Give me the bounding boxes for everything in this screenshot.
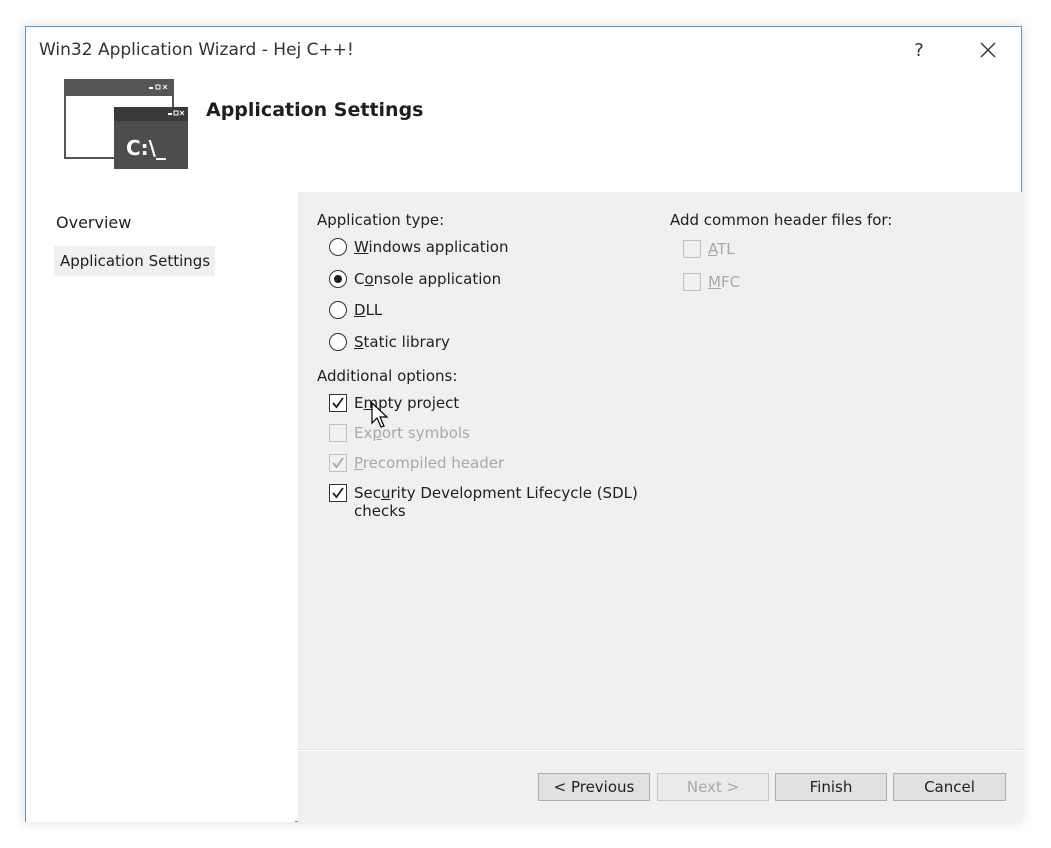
previous-button[interactable]: < Previous bbox=[538, 773, 650, 801]
checkbox[interactable] bbox=[329, 484, 347, 502]
checkbox bbox=[683, 273, 701, 291]
check-icon bbox=[332, 457, 344, 469]
console-application-radio[interactable]: Console application bbox=[329, 270, 501, 288]
checkbox bbox=[683, 240, 701, 258]
close-button[interactable] bbox=[973, 37, 1003, 65]
help-button[interactable]: ? bbox=[904, 37, 934, 65]
application-type-label: Application type: bbox=[317, 211, 445, 229]
checkbox bbox=[329, 454, 347, 472]
next-button: Next > bbox=[657, 773, 769, 801]
common-headers-label: Add common header files for: bbox=[670, 211, 893, 229]
mfc-checkbox: MFC bbox=[683, 273, 740, 291]
export-symbols-checkbox: Export symbols bbox=[329, 424, 470, 442]
precompiled-header-checkbox: Precompiled header bbox=[329, 454, 504, 472]
checkbox[interactable] bbox=[329, 394, 347, 412]
empty-project-checkbox[interactable]: Empty project bbox=[329, 394, 459, 412]
window-title: Win32 Application Wizard - Hej C++! bbox=[39, 40, 354, 60]
cancel-button[interactable]: Cancel bbox=[893, 773, 1006, 801]
windows-application-radio[interactable]: Windows application bbox=[329, 238, 508, 256]
radio-button[interactable] bbox=[329, 270, 347, 288]
atl-checkbox: ATL bbox=[683, 240, 735, 258]
dll-radio[interactable]: DLL bbox=[329, 301, 382, 319]
radio-button[interactable] bbox=[329, 301, 347, 319]
sidebar-item-overview[interactable]: Overview bbox=[56, 213, 131, 232]
wizard-dialog: Win32 Application Wizard - Hej C++! ? C:… bbox=[25, 26, 1022, 822]
check-icon bbox=[332, 487, 344, 499]
additional-options-label: Additional options: bbox=[317, 367, 458, 385]
mouse-cursor-icon bbox=[371, 401, 389, 428]
sdl-checks-checkbox[interactable]: Security Development Lifecycle (SDL) chec… bbox=[329, 484, 638, 520]
icon-text: C:\_ bbox=[126, 136, 166, 160]
radio-button[interactable] bbox=[329, 238, 347, 256]
static-library-radio[interactable]: Static library bbox=[329, 333, 450, 351]
settings-panel: Application type: Windows application Co… bbox=[298, 192, 1022, 749]
check-icon bbox=[332, 397, 344, 409]
radio-button[interactable] bbox=[329, 333, 347, 351]
page-title: Application Settings bbox=[206, 99, 424, 121]
sidebar-item-application-settings[interactable]: Application Settings bbox=[54, 246, 216, 276]
finish-button[interactable]: Finish bbox=[775, 773, 887, 801]
checkbox bbox=[329, 424, 347, 442]
console-app-icon: C:\_ bbox=[64, 79, 188, 169]
sidebar: Overview Application Settings bbox=[26, 192, 295, 822]
close-icon bbox=[980, 42, 996, 58]
